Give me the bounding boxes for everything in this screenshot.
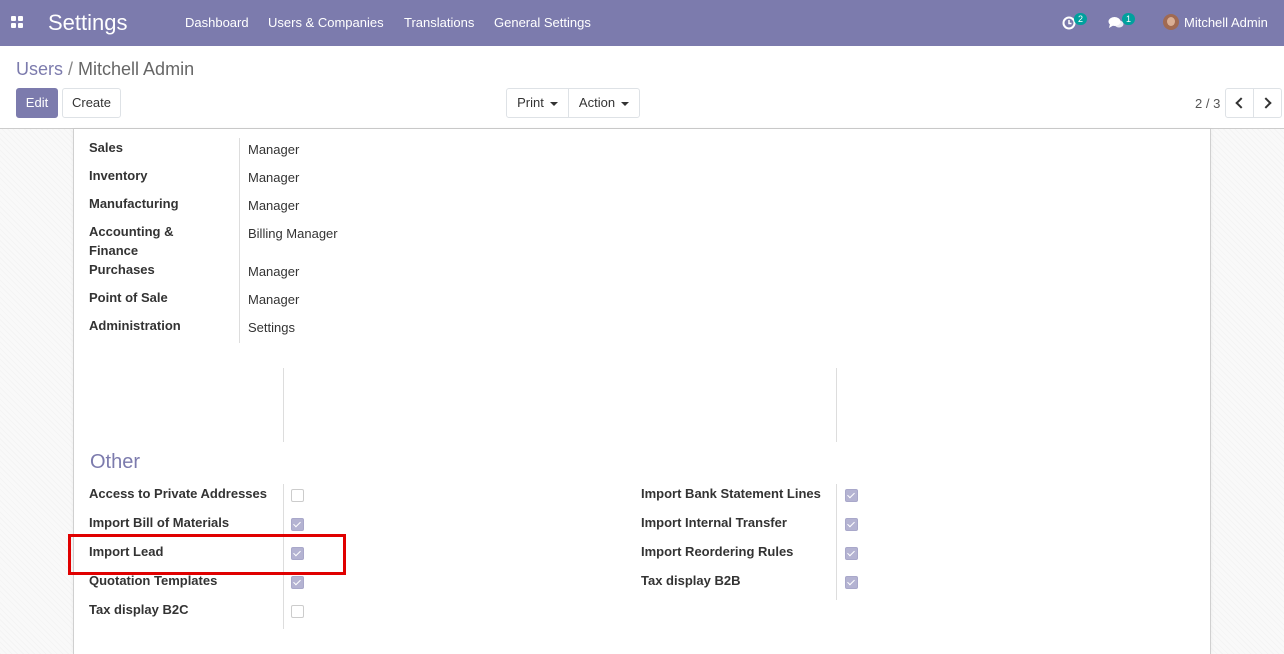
access-value-purchases: Manager <box>248 264 300 279</box>
access-label-purchases: Purchases <box>89 262 155 277</box>
field-divider <box>836 484 837 600</box>
empty-group-divider <box>283 368 284 442</box>
pager-previous-button[interactable] <box>1225 88 1254 118</box>
caret-down-icon <box>621 101 630 106</box>
pager-next-button[interactable] <box>1253 88 1282 118</box>
checkbox-import-lead[interactable] <box>291 547 304 560</box>
edit-button[interactable]: Edit <box>16 88 58 118</box>
messages-count-badge: 1 <box>1122 13 1136 25</box>
activity-count-badge: 2 <box>1074 13 1088 25</box>
label-quotation-templates: Quotation Templates <box>89 573 218 588</box>
caret-down-icon <box>549 101 558 106</box>
label-import-bank-statement-lines: Import Bank Statement Lines <box>641 486 821 501</box>
field-divider <box>239 138 240 343</box>
pager-value[interactable]: 2 / 3 <box>1195 96 1220 111</box>
checkbox-tax-display-b2b[interactable] <box>845 576 858 589</box>
menu-translations[interactable]: Translations <box>404 15 474 30</box>
top-navbar: Settings Dashboard Users & Companies Tra… <box>0 0 1284 46</box>
menu-users-companies[interactable]: Users & Companies <box>268 15 384 30</box>
user-avatar[interactable] <box>1163 14 1179 30</box>
apps-menu-icon[interactable] <box>11 16 23 28</box>
access-label-inventory: Inventory <box>89 168 148 183</box>
checkbox-import-reordering-rules[interactable] <box>845 547 858 560</box>
field-divider <box>283 484 284 629</box>
access-value-accounting: Billing Manager <box>248 226 338 241</box>
activity-button[interactable]: 2 <box>1062 13 1088 33</box>
messages-button[interactable]: 1 <box>1108 13 1138 33</box>
access-label-administration: Administration <box>89 318 181 333</box>
checkbox-import-bank-statement-lines[interactable] <box>845 489 858 502</box>
breadcrumb-users[interactable]: Users <box>16 59 63 79</box>
user-menu[interactable]: Mitchell Admin <box>1184 15 1268 30</box>
label-tax-display-b2b: Tax display B2B <box>641 573 741 588</box>
access-value-manufacturing: Manager <box>248 198 300 213</box>
access-value-point-of-sale: Manager <box>248 292 300 307</box>
access-label-accounting: Accounting & Finance <box>89 224 174 258</box>
label-import-reordering-rules: Import Reordering Rules <box>641 544 794 559</box>
label-import-bill-of-materials: Import Bill of Materials <box>89 515 230 530</box>
checkbox-tax-display-b2c[interactable] <box>291 605 304 618</box>
access-value-administration: Settings <box>248 320 295 335</box>
access-value-sales: Manager <box>248 142 300 157</box>
section-title-other: Other <box>90 451 141 473</box>
access-label-manufacturing: Manufacturing <box>89 196 179 211</box>
label-import-internal-transfer: Import Internal Transfer <box>641 515 787 530</box>
chevron-right-icon <box>1260 97 1272 109</box>
print-dropdown[interactable]: Print <box>506 88 569 118</box>
checkbox-import-bill-of-materials[interactable] <box>291 518 304 531</box>
breadcrumb-current: Mitchell Admin <box>78 59 195 79</box>
label-import-lead: Import Lead <box>89 544 164 559</box>
label-tax-display-b2c: Tax display B2C <box>89 602 189 617</box>
access-label-sales: Sales <box>89 140 123 155</box>
breadcrumb-separator: / <box>68 59 74 79</box>
access-value-inventory: Manager <box>248 170 300 185</box>
create-button[interactable]: Create <box>62 88 121 118</box>
menu-general-settings[interactable]: General Settings <box>494 15 591 30</box>
menu-dashboard[interactable]: Dashboard <box>185 15 249 30</box>
print-label: Print <box>517 95 544 110</box>
app-title: Settings <box>48 10 128 35</box>
chevron-left-icon <box>1235 97 1247 109</box>
checkbox-access-private-addresses[interactable] <box>291 489 304 502</box>
action-label: Action <box>578 95 616 110</box>
action-dropdown[interactable]: Action <box>568 88 640 118</box>
access-label-point-of-sale: Point of Sale <box>89 290 168 305</box>
checkbox-import-internal-transfer[interactable] <box>845 518 858 531</box>
empty-group-divider <box>836 368 837 442</box>
label-access-private-addresses: Access to Private Addresses <box>89 486 268 501</box>
checkbox-quotation-templates[interactable] <box>291 576 304 589</box>
breadcrumb: Users / Mitchell Admin <box>16 59 194 80</box>
